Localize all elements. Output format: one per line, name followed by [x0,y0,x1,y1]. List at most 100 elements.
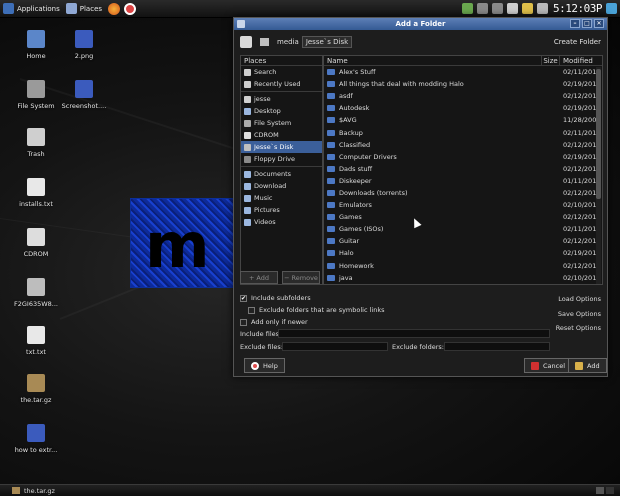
reset-options-button[interactable]: Reset Options [556,324,601,332]
file-row[interactable]: Games (ISOs) 02/11/2010 [324,223,602,235]
folder-icon [244,182,251,190]
workspace-switcher[interactable] [594,487,614,494]
desktop-icon[interactable]: Screenshot.... [56,80,112,110]
place-item[interactable]: Floppy Drive [241,153,322,165]
help-button[interactable]: Help [244,358,285,373]
desktop-icon[interactable]: the.tar.gz [8,374,64,404]
place-item[interactable]: Videos [241,216,322,228]
file-row[interactable]: Autodesk 02/19/2010 [324,102,602,114]
exclude-folders-input[interactable] [444,342,550,351]
add-label: Add [587,361,600,370]
scrollbar-thumb[interactable] [596,69,601,199]
location-toggle-button[interactable] [240,36,252,48]
place-item[interactable]: Desktop [241,105,322,117]
taskbar-item[interactable]: the.tar.gz [24,487,55,495]
workspace-1[interactable] [596,487,604,494]
desktop-icon-label: Screenshot.... [61,102,107,110]
disk-icon [244,143,251,151]
file-row[interactable]: All things that deal with modding Halo 02… [324,78,602,90]
file-row[interactable]: $AVG 11/28/2009 [324,114,602,126]
desktop-icon[interactable]: CDROM [8,228,64,258]
place-item[interactable]: jesse [241,93,322,105]
place-item[interactable]: Jesse`s Disk [241,141,322,153]
close-button[interactable]: ✕ [594,19,604,28]
place-item[interactable]: Documents [241,168,322,180]
include-files-input[interactable] [278,329,550,338]
exclude-symlinks-option[interactable]: Exclude folders that are symbolic links [248,306,385,314]
file-row[interactable]: Homework 02/12/2010 [324,260,602,272]
desktop-icon[interactable]: 2.png [56,30,112,60]
file-row[interactable]: Classified 02/12/2010 [324,139,602,151]
maximize-button[interactable]: □ [582,19,592,28]
folder-icon [244,170,251,178]
place-item[interactable]: Search [241,66,322,78]
file-name-cell: Emulators [324,201,560,209]
place-item[interactable]: Download [241,180,322,192]
add-button[interactable]: Add [568,358,607,373]
remove-bookmark-button[interactable]: − Remove [282,271,320,284]
file-row[interactable]: Alex's Stuff 02/11/2010 [324,66,602,78]
column-name[interactable]: Name [324,56,542,65]
cancel-button[interactable]: Cancel [524,358,573,373]
minimize-button[interactable]: – [570,19,580,28]
place-item[interactable]: CDROM [241,129,322,141]
file-row[interactable]: Games 02/12/2010 [324,211,602,223]
desktop-icon[interactable]: F2GI635W8... [8,278,64,308]
folder-icon [327,93,335,100]
desktop-icon[interactable]: Trash [8,128,64,158]
file-row[interactable]: Downloads (torrents) 02/12/2010 [324,187,602,199]
column-modified[interactable]: Modified [560,56,602,65]
workspace-2[interactable] [606,487,614,494]
place-item-label: File System [254,119,292,127]
desktop-icon[interactable]: txt.txt [8,326,64,356]
include-subfolders-checkbox[interactable]: ✔ [240,294,247,302]
add-bookmark-button[interactable]: + Add [240,271,278,284]
monitor-icon[interactable] [492,3,504,14]
exclude-files-input[interactable] [282,342,388,351]
file-row[interactable]: Emulators 02/10/2010 [324,199,602,211]
file-row[interactable]: java 02/10/2010 [324,272,602,284]
file-name: Dads stuff [339,164,373,173]
path-root-icon[interactable] [260,38,269,46]
volume-icon[interactable] [537,3,549,14]
place-item[interactable]: Recently Used [241,78,322,90]
file-row[interactable]: Backup 02/11/2010 [324,126,602,138]
folder-icon [327,238,335,245]
place-item[interactable]: Music [241,192,322,204]
add-only-newer-option[interactable]: Add only if newer [240,318,308,326]
load-options-button[interactable]: Load Options [558,295,601,303]
places-menu[interactable]: Places [65,3,102,14]
network-icon[interactable] [462,3,474,14]
file-row[interactable]: asdf 02/12/2010 [324,90,602,102]
display-icon[interactable] [477,3,489,14]
breadcrumb-media[interactable]: media [274,37,302,47]
file-list-scrollbar[interactable] [596,67,601,284]
dialog-titlebar[interactable]: Add a Folder – □ ✕ [234,18,607,30]
create-folder-button[interactable]: Create Folder [554,38,601,46]
applications-menu[interactable]: Applications [3,3,60,14]
include-subfolders-option[interactable]: ✔ Include subfolders [240,294,311,302]
file-row[interactable]: Guitar 02/12/2010 [324,235,602,247]
help-lifesaver-icon[interactable] [124,2,137,15]
exclude-symlinks-checkbox[interactable] [248,306,255,314]
file-row[interactable]: Halo 02/19/2010 [324,247,602,259]
place-item[interactable]: Pictures [241,204,322,216]
keyboard-icon[interactable] [507,3,519,14]
file-row[interactable]: Computer Drivers 02/19/2010 [324,151,602,163]
file-row[interactable]: Dads stuff 02/12/2010 [324,163,602,175]
clock-icon [244,80,251,88]
add-only-newer-checkbox[interactable] [240,318,247,326]
firefox-icon[interactable] [108,2,121,15]
file-name: Classified [339,140,371,149]
column-size[interactable]: Size [542,56,560,65]
desktop-icon[interactable]: how to extr... [8,424,64,454]
clock[interactable]: 5:12:03P [553,2,602,15]
lock-icon[interactable] [522,3,534,14]
save-options-button[interactable]: Save Options [558,310,601,318]
breadcrumb-current[interactable]: Jesse`s Disk [301,36,353,48]
places-header[interactable]: Places [241,56,322,66]
file-row[interactable]: Diskeeper 01/11/2010 [324,175,602,187]
desktop-icon[interactable]: installs.txt [8,178,64,208]
notification-icon[interactable] [606,3,617,14]
place-item[interactable]: File System [241,117,322,129]
